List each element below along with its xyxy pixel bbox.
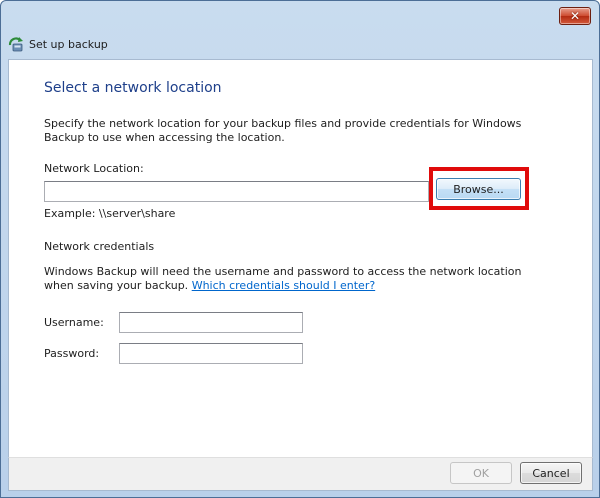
network-location-label: Network Location: — [44, 162, 144, 175]
dialog-footer: OK Cancel — [8, 457, 593, 491]
content-area: Select a network location Specify the ne… — [8, 59, 593, 457]
window-title: Set up backup — [29, 37, 108, 51]
ok-button[interactable]: OK — [450, 462, 512, 484]
close-button[interactable]: ✕ — [559, 7, 591, 25]
backup-icon — [8, 37, 23, 52]
password-label: Password: — [44, 347, 100, 360]
setup-backup-window: ✕ Set up backup Select a network locatio… — [0, 0, 600, 498]
username-input[interactable] — [119, 312, 303, 333]
network-credentials-title: Network credentials — [44, 240, 155, 253]
page-title: Select a network location — [44, 80, 222, 96]
location-example-text: Example: \\server\share — [44, 207, 176, 220]
password-input[interactable] — [119, 343, 303, 364]
which-credentials-link[interactable]: Which credentials should I enter? — [192, 279, 376, 292]
close-icon: ✕ — [569, 9, 581, 23]
network-location-input[interactable] — [44, 181, 429, 202]
page-description: Specify the network location for your ba… — [44, 117, 522, 144]
username-label: Username: — [44, 316, 104, 329]
nav-bar: Set up backup — [8, 31, 592, 57]
cancel-button[interactable]: Cancel — [520, 462, 582, 484]
credentials-description: Windows Backup will need the username an… — [44, 265, 554, 293]
browse-button[interactable]: Browse... — [436, 178, 521, 200]
